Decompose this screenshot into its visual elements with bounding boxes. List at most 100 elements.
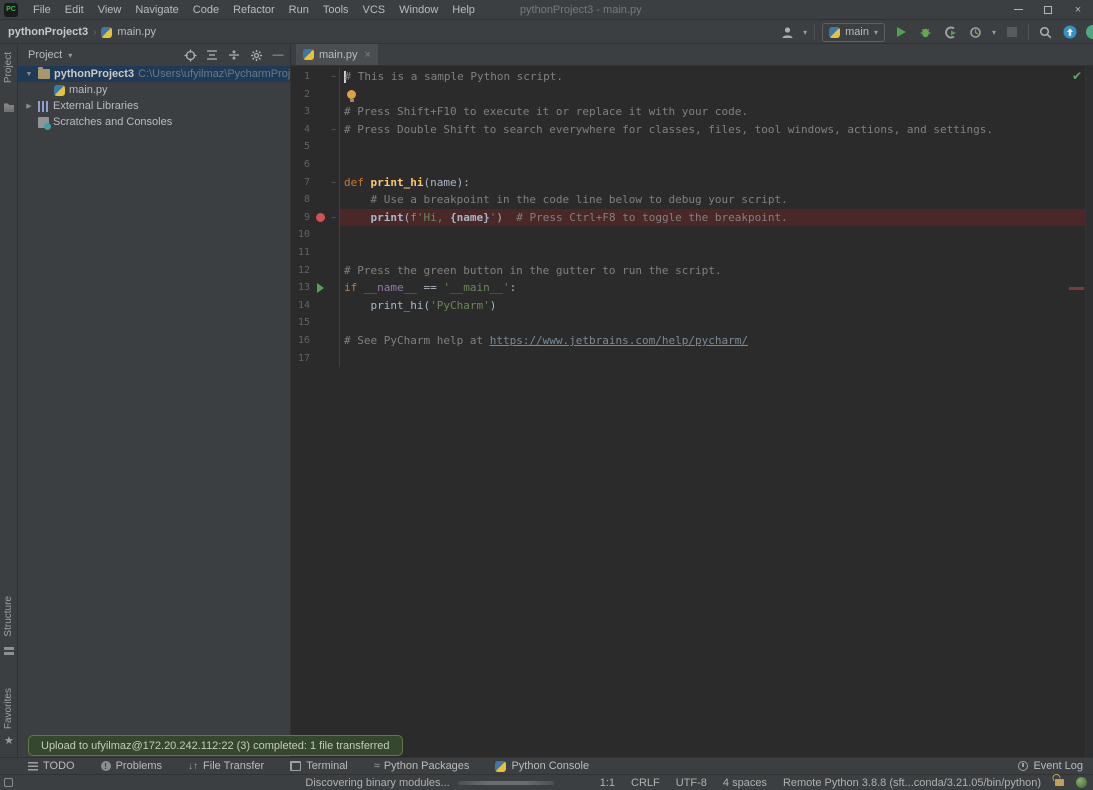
gutter-icon-slot[interactable]: [313, 213, 328, 222]
favorites-star-icon[interactable]: ★: [4, 734, 14, 747]
code-line-6[interactable]: 6: [291, 156, 1093, 174]
tree-expanded-icon[interactable]: ▼: [24, 71, 34, 78]
profiler-button[interactable]: [942, 23, 960, 41]
code-line-8[interactable]: 8 # Use a breakpoint in the code line be…: [291, 191, 1093, 209]
code-line-10[interactable]: 10: [291, 226, 1093, 244]
menu-tools[interactable]: Tools: [316, 4, 356, 16]
menu-navigate[interactable]: Navigate: [128, 4, 185, 16]
menu-window[interactable]: Window: [392, 4, 445, 16]
user-icon[interactable]: [778, 23, 796, 41]
project-stripe-icon[interactable]: [4, 102, 14, 112]
expand-all-icon[interactable]: [204, 47, 220, 63]
tool-window-button-python-console[interactable]: Python Console: [495, 760, 589, 772]
tree-collapsed-icon[interactable]: ▶: [24, 102, 34, 110]
inspections-ok-icon[interactable]: ✔: [1072, 69, 1082, 83]
update-project-button[interactable]: [1061, 23, 1079, 41]
code-line-4[interactable]: 4−# Press Double Shift to search everywh…: [291, 121, 1093, 139]
tab-close-icon[interactable]: ×: [365, 49, 371, 61]
code-line-7[interactable]: 7−def print_hi(name):: [291, 174, 1093, 192]
fold-column: [328, 350, 340, 368]
menu-help[interactable]: Help: [445, 4, 482, 16]
code-line-5[interactable]: 5: [291, 138, 1093, 156]
code-line-15[interactable]: 15: [291, 314, 1093, 332]
code-line-3[interactable]: 3# Press Shift+F10 to execute it or repl…: [291, 103, 1093, 121]
code-line-11[interactable]: 11: [291, 244, 1093, 262]
error-stripe[interactable]: [1085, 66, 1093, 757]
code-token: # Press Shift+F10 to execute it or repla…: [344, 105, 748, 118]
minimize-button[interactable]: [1003, 0, 1033, 20]
tool-window-button-problems[interactable]: !Problems: [101, 760, 162, 772]
tool-window-button-label: Python Packages: [384, 760, 470, 772]
tool-window-switcher-icon[interactable]: [4, 778, 13, 787]
tree-row-external-libraries[interactable]: ▶ External Libraries: [18, 98, 290, 114]
event-log-button[interactable]: Event Log: [1018, 760, 1083, 772]
code-line-16[interactable]: 16# See PyCharm help at https://www.jetb…: [291, 332, 1093, 350]
status-file-encoding[interactable]: UTF-8: [676, 777, 707, 789]
code-token: '__main__': [443, 281, 509, 294]
breadcrumb-project[interactable]: pythonProject3: [8, 26, 88, 38]
menu-run[interactable]: Run: [282, 4, 316, 16]
close-button[interactable]: ×: [1063, 0, 1093, 20]
menu-file[interactable]: File: [26, 4, 58, 16]
hide-panel-icon[interactable]: —: [270, 47, 286, 63]
code-line-9[interactable]: 9− print(f'Hi, {name}') # Press Ctrl+F8 …: [291, 209, 1093, 227]
settings-gear-icon[interactable]: [248, 47, 264, 63]
tree-row-main-py[interactable]: main.py: [18, 82, 290, 98]
background-task[interactable]: Discovering binary modules...: [305, 777, 553, 789]
tool-window-button-terminal[interactable]: Terminal: [290, 760, 348, 772]
menu-refactor[interactable]: Refactor: [226, 4, 282, 16]
fold-marker-icon[interactable]: −: [328, 121, 340, 139]
tree-row-scratches[interactable]: Scratches and Consoles: [18, 114, 290, 130]
tool-window-button-python-packages[interactable]: ≈Python Packages: [374, 760, 470, 772]
menu-edit[interactable]: Edit: [58, 4, 91, 16]
code-link[interactable]: https://www.jetbrains.com/help/pycharm/: [490, 334, 748, 347]
intention-bulb-icon[interactable]: [347, 90, 356, 99]
ide-features-icon[interactable]: [1086, 25, 1093, 39]
code-line-17[interactable]: 17: [291, 350, 1093, 368]
tool-window-button-todo[interactable]: TODO: [28, 760, 75, 772]
code-line-14[interactable]: 14 print_hi('PyCharm'): [291, 297, 1093, 315]
structure-stripe-icon[interactable]: [4, 647, 14, 657]
menu-vcs[interactable]: VCS: [356, 4, 393, 16]
run-gutter-icon[interactable]: [317, 283, 324, 293]
project-view-dropdown-icon[interactable]: ▾: [68, 51, 72, 60]
status-line-ending[interactable]: CRLF: [631, 777, 660, 789]
locate-file-icon[interactable]: [182, 47, 198, 63]
maximize-button[interactable]: [1033, 0, 1063, 20]
tab-main-py[interactable]: main.py ×: [296, 44, 378, 65]
menu-view[interactable]: View: [91, 4, 129, 16]
breakpoint-icon[interactable]: [316, 213, 325, 222]
gutter-icon-slot[interactable]: [313, 283, 328, 293]
tree-row-project-root[interactable]: ▼ pythonProject3 C:\Users\ufyilmaz\Pycha…: [18, 66, 290, 82]
menu-code[interactable]: Code: [186, 4, 226, 16]
code-line-13[interactable]: 13if __name__ == '__main__':: [291, 279, 1093, 297]
fold-marker-icon[interactable]: −: [328, 174, 340, 192]
fold-marker-icon[interactable]: −: [328, 68, 340, 86]
fold-marker-icon[interactable]: −: [328, 209, 340, 227]
debug-button[interactable]: [917, 23, 935, 41]
code-line-12[interactable]: 12# Press the green button in the gutter…: [291, 262, 1093, 280]
line-number: 13: [291, 279, 313, 297]
run-configuration-select[interactable]: main ▾: [822, 23, 885, 42]
code-line-2[interactable]: 2: [291, 86, 1093, 104]
project-panel-title[interactable]: Project: [28, 49, 62, 61]
status-python-interpreter[interactable]: Remote Python 3.8.8 (sft...conda/3.21.05…: [783, 777, 1041, 789]
inspection-profile-icon[interactable]: [1076, 777, 1087, 788]
user-dropdown-icon[interactable]: ▾: [803, 28, 807, 37]
coverage-dropdown-icon[interactable]: ▾: [992, 28, 996, 37]
breadcrumb-file[interactable]: main.py: [117, 26, 156, 38]
search-everywhere-button[interactable]: [1036, 23, 1054, 41]
run-with-coverage-button[interactable]: [967, 23, 985, 41]
code-line-1[interactable]: 1−# This is a sample Python script.: [291, 68, 1093, 86]
status-caret-position[interactable]: 1:1: [600, 777, 615, 789]
upload-notification[interactable]: Upload to ufyilmaz@172.20.242.112:22 (3)…: [28, 735, 403, 756]
run-button[interactable]: [892, 23, 910, 41]
tool-window-button-file-transfer[interactable]: ↓↑File Transfer: [188, 760, 264, 772]
code-editor[interactable]: 1−# This is a sample Python script.23# P…: [291, 66, 1093, 757]
tool-stripe-favorites[interactable]: Favorites: [3, 688, 14, 729]
collapse-all-icon[interactable]: [226, 47, 242, 63]
lock-icon[interactable]: [1055, 779, 1064, 786]
status-indent-style[interactable]: 4 spaces: [723, 777, 767, 789]
tool-stripe-project[interactable]: Project: [3, 52, 14, 83]
tool-stripe-structure[interactable]: Structure: [3, 596, 14, 637]
